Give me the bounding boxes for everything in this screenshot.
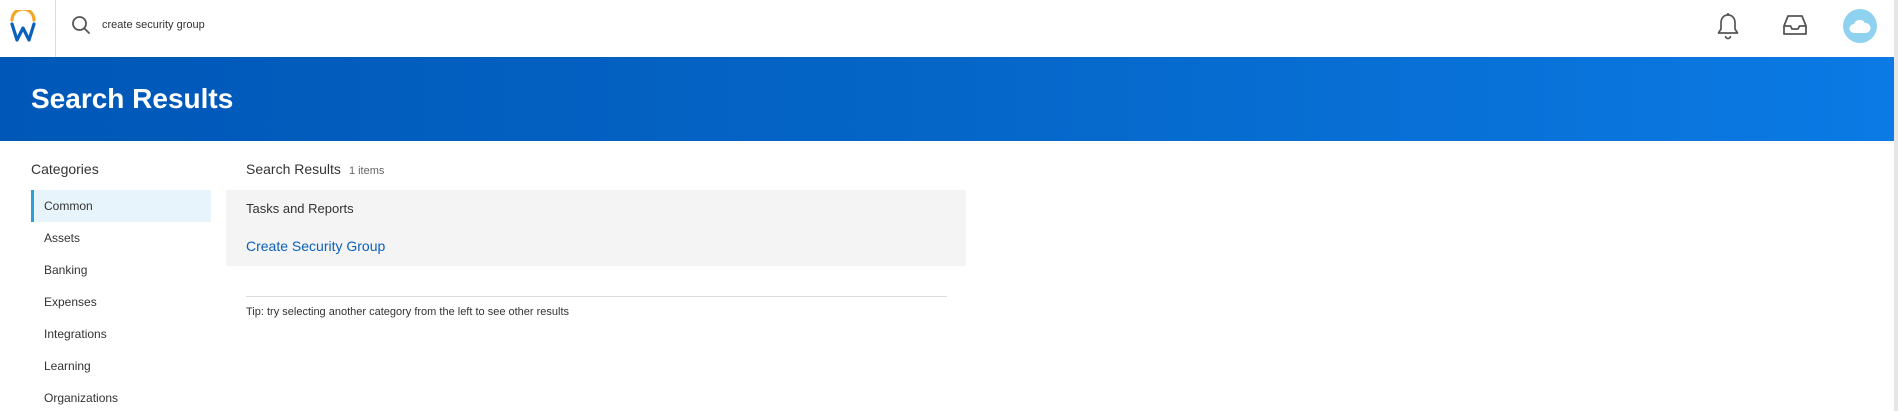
search-input[interactable] xyxy=(102,14,522,36)
divider xyxy=(246,296,947,297)
category-item-assets[interactable]: Assets xyxy=(31,222,211,254)
results-count: 1 items xyxy=(348,165,385,177)
scrollbar[interactable] xyxy=(1894,0,1898,411)
category-item-banking[interactable]: Banking xyxy=(31,254,211,286)
top-bar xyxy=(0,0,1898,57)
tip-text: Tip: try selecting another category from… xyxy=(246,306,570,318)
category-item-common[interactable]: Common xyxy=(31,190,211,222)
home-logo-button[interactable] xyxy=(0,0,56,57)
category-item-organizations[interactable]: Organizations xyxy=(31,382,211,411)
search-icon xyxy=(72,16,90,34)
results-heading: Search Results 1 items xyxy=(246,161,384,177)
section-label: Tasks and Reports xyxy=(246,201,354,216)
category-item-integrations[interactable]: Integrations xyxy=(31,318,211,350)
results-panel: Tasks and Reports Create Security Group xyxy=(226,190,966,266)
category-list: Common Assets Banking Expenses Integrati… xyxy=(31,190,211,411)
category-item-expenses[interactable]: Expenses xyxy=(31,286,211,318)
workday-logo-icon xyxy=(10,10,36,42)
cloud-avatar-icon xyxy=(1849,19,1871,33)
page-header-banner: Search Results xyxy=(0,57,1894,141)
page-title: Search Results xyxy=(31,83,234,114)
avatar[interactable] xyxy=(1843,9,1877,43)
categories-heading: Categories xyxy=(31,161,99,177)
result-link-create-security-group[interactable]: Create Security Group xyxy=(246,238,385,254)
results-title: Search Results xyxy=(246,161,341,177)
inbox-icon[interactable] xyxy=(1781,13,1809,37)
category-item-learning[interactable]: Learning xyxy=(31,350,211,382)
bell-icon[interactable] xyxy=(1716,12,1740,40)
